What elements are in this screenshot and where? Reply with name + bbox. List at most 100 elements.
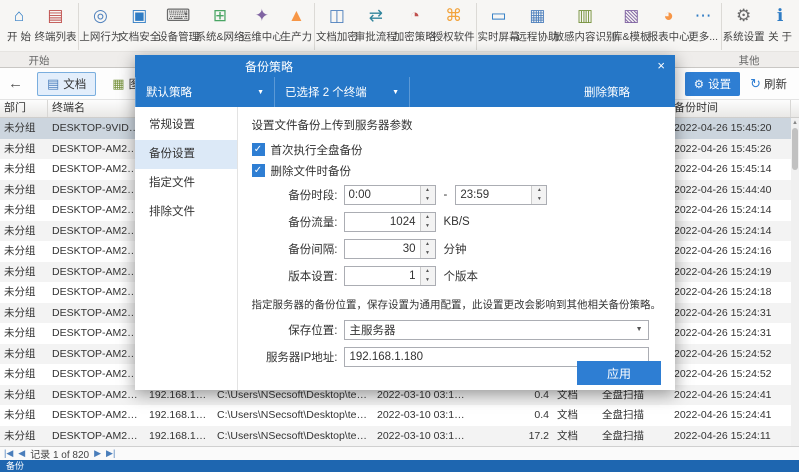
period-start-spinner[interactable]: 0:00 ▲▼: [344, 185, 436, 205]
spin-up-icon[interactable]: ▲: [421, 186, 435, 195]
ribbon-item[interactable]: ◫ 文档加密: [317, 3, 356, 50]
scroll-up-icon[interactable]: ▲: [791, 118, 799, 128]
dialog-title-bar: 备份策略 ×: [135, 55, 675, 77]
spinner-arrows: ▲▼: [420, 267, 435, 285]
delete-backup-checkbox[interactable]: ✓ 删除文件时备份: [252, 160, 662, 181]
ribbon-item-label: 加密策略: [394, 29, 436, 44]
sensitive-content-icon: ▥: [577, 3, 593, 29]
spin-down-icon[interactable]: ▼: [421, 249, 435, 258]
terminal-selection-dropdown[interactable]: 已选择 2 个终端 ▼: [275, 77, 410, 107]
column-header-backup-time[interactable]: 备份时间: [670, 100, 791, 117]
ribbon-item[interactable]: ▣ 文档安全: [120, 3, 159, 50]
vertical-scrollbar[interactable]: ▲: [791, 118, 799, 446]
spin-up-icon[interactable]: ▲: [421, 213, 435, 222]
cell-terminal: DESKTOP-AM2AGL3: [48, 139, 145, 160]
ribbon-item[interactable]: ▭ 实时屏幕: [479, 3, 518, 50]
cell-department: 未分组: [0, 303, 48, 324]
ribbon-item-label: 审批流程: [355, 29, 397, 44]
flow-spinner[interactable]: 1024 ▲▼: [344, 212, 436, 232]
dialog-sidebar-item-label: 常规设置: [149, 119, 195, 131]
cell-terminal: DESKTOP-AM2AGL3: [48, 344, 145, 365]
last-record-icon[interactable]: ▶|: [106, 448, 115, 459]
dialog-sidebar-item[interactable]: 指定文件: [135, 169, 237, 198]
settings-button[interactable]: ⚙ 设置: [685, 72, 740, 96]
delete-policy-button[interactable]: 删除策略: [584, 84, 675, 100]
spin-up-icon[interactable]: ▲: [421, 267, 435, 276]
cell-path: C:\Users\NSecsoft\Desktop\test\unity\New…: [213, 426, 373, 447]
scrollbar-thumb[interactable]: [792, 128, 798, 170]
backup-period-label: 备份时段:: [252, 187, 338, 203]
ribbon-item[interactable]: ℹ 关 于: [763, 3, 797, 50]
cell-department: 未分组: [0, 344, 48, 365]
version-spinner[interactable]: 1 ▲▼: [344, 266, 436, 286]
ribbon-item[interactable]: ▥ 敏感内容识别: [557, 3, 613, 50]
refresh-button[interactable]: ↻ 刷新: [746, 72, 791, 96]
backup-policy-dialog: 备份策略 × 默认策略 ▼ 已选择 2 个终端 ▼ 删除策略 常规设置 备份设置: [135, 55, 675, 390]
ribbon-item[interactable]: ⌨ 设备管理: [159, 3, 198, 50]
encrypt-policy-icon: ◔: [410, 3, 420, 29]
dialog-sidebar-item[interactable]: 备份设置: [135, 140, 237, 169]
delete-backup-checkbox-label: 删除文件时备份: [271, 163, 352, 179]
ribbon-item[interactable]: ⇄ 审批流程: [356, 3, 395, 50]
flow-unit: KB/S: [444, 216, 470, 228]
ribbon-item[interactable]: ⊞ 系统&网络: [198, 3, 243, 50]
first-record-icon[interactable]: |◀: [4, 448, 13, 459]
spin-down-icon[interactable]: ▼: [532, 195, 546, 204]
chevron-down-icon: ▼: [636, 326, 643, 333]
ribbon-item[interactable]: ▦ 远程协助: [518, 3, 557, 50]
ribbon-item[interactable]: ◎ 上网行为: [81, 3, 120, 50]
spin-down-icon[interactable]: ▼: [421, 195, 435, 204]
ribbon-item[interactable]: ▲ 生产力: [281, 3, 315, 50]
spin-up-icon[interactable]: ▲: [532, 186, 546, 195]
table-row[interactable]: 未分组 DESKTOP-AM2AGL3 192.168.1.51 C:\User…: [0, 426, 791, 447]
ribbon-item-label: 开 始: [7, 29, 31, 44]
ribbon-item[interactable]: ⚙ 系统设置: [724, 3, 763, 50]
system-settings-icon: ⚙: [736, 3, 751, 29]
next-record-icon[interactable]: ▶: [94, 448, 101, 459]
ribbon-item[interactable]: ◔ 加密策略: [395, 3, 434, 50]
ribbon-item[interactable]: ✦ 运维中心: [242, 3, 281, 50]
dialog-sidebar-item[interactable]: 常规设置: [135, 111, 237, 140]
column-header-department[interactable]: 部门: [0, 100, 48, 117]
policy-dropdown[interactable]: 默认策略 ▼: [135, 77, 275, 107]
settings-button-label: 设置: [708, 76, 731, 92]
cell-scan-type: 全盘扫描: [598, 405, 670, 426]
interval-spinner[interactable]: 30 ▲▼: [344, 239, 436, 259]
productivity-icon: ▲: [288, 3, 305, 29]
save-location-label: 保存位置:: [252, 322, 338, 338]
period-end-spinner[interactable]: 23:59 ▲▼: [455, 185, 547, 205]
ribbon-item[interactable]: ⌘ 授权软件: [434, 3, 477, 50]
view-tab[interactable]: ▤ 文档: [37, 72, 96, 96]
apply-button[interactable]: 应用: [577, 361, 661, 385]
cell-terminal: DESKTOP-AM2AGL3: [48, 426, 145, 447]
cell-terminal: DESKTOP-AM2AGL3: [48, 405, 145, 426]
ribbon-item-label: 更多...: [688, 29, 718, 44]
cell-terminal: DESKTOP-AM2AGL3: [48, 159, 145, 180]
cell-department: 未分组: [0, 180, 48, 201]
spin-down-icon[interactable]: ▼: [421, 222, 435, 231]
cell-department: 未分组: [0, 405, 48, 426]
ribbon-item[interactable]: ▧ 库&模板: [613, 3, 649, 50]
close-icon[interactable]: ×: [657, 55, 665, 77]
ribbon-item[interactable]: ⋯ 更多...: [688, 3, 722, 50]
cell-backup-time: 2022-04-26 15:45:14: [670, 159, 791, 180]
chevron-down-icon: ▼: [392, 89, 399, 96]
cell-terminal: DESKTOP-AM2AGL3: [48, 364, 145, 385]
ribbon-item[interactable]: ▤ 终端列表: [36, 3, 79, 50]
dialog-sidebar-item[interactable]: 排除文件: [135, 198, 237, 227]
previous-record-icon[interactable]: ◀: [18, 448, 25, 459]
cell-terminal: DESKTOP-AM2AGL3: [48, 282, 145, 303]
cell-department: 未分组: [0, 323, 48, 344]
table-row[interactable]: 未分组 DESKTOP-AM2AGL3 192.168.1.51 C:\User…: [0, 405, 791, 426]
ops-center-icon: ✦: [255, 3, 269, 29]
ribbon-item[interactable]: ◕ 报表中心: [649, 3, 688, 50]
spin-down-icon[interactable]: ▼: [421, 276, 435, 285]
column-header-terminal[interactable]: 终端名: [48, 100, 145, 117]
ribbon-item[interactable]: ⌂ 开 始: [2, 3, 36, 50]
spin-up-icon[interactable]: ▲: [421, 240, 435, 249]
back-arrow-icon[interactable]: ←: [8, 75, 23, 92]
save-location-dropdown[interactable]: 主服务器 ▼: [344, 320, 649, 340]
full-backup-checkbox[interactable]: ✓ 首次执行全盘备份: [252, 139, 662, 160]
cell-type: 文档: [553, 426, 598, 447]
approval-flow-icon: ⇄: [369, 3, 383, 29]
